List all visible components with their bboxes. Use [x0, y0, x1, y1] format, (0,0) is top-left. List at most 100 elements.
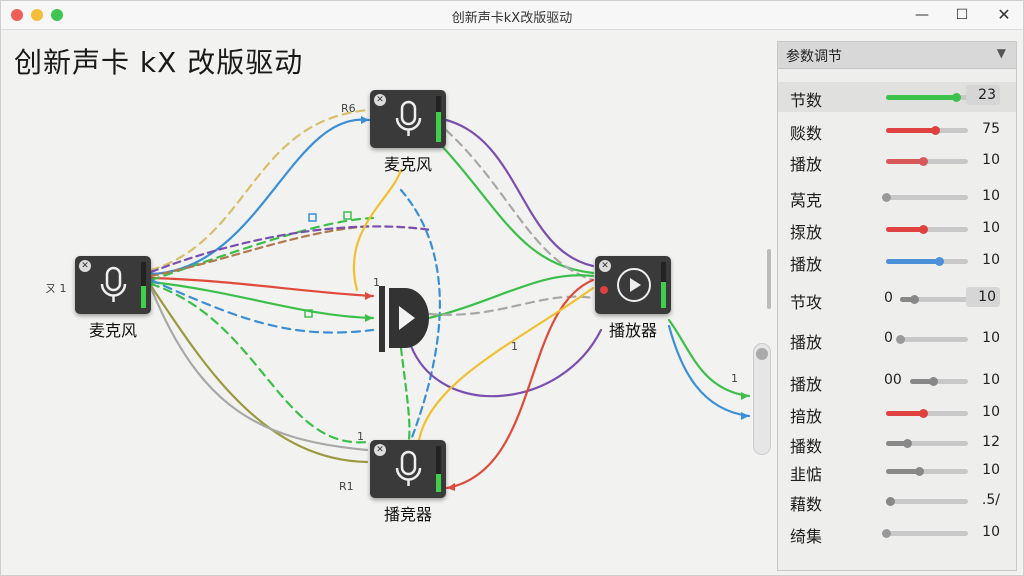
param-slider[interactable] [886, 439, 968, 448]
param-slider-knob[interactable] [886, 497, 895, 506]
param-label: 节数 [790, 91, 823, 110]
param-row[interactable]: 播放 0 10 [778, 324, 1016, 354]
microphone-icon [395, 100, 422, 136]
param-row[interactable]: 播数 12 [778, 428, 1016, 458]
param-row[interactable]: 播放 10 [778, 246, 1016, 276]
param-slider[interactable] [910, 377, 968, 386]
param-slider-knob[interactable] [935, 257, 944, 266]
wire-left-to-hub-blue-dashed [149, 278, 375, 334]
wire-bottom-to-right-red [445, 278, 595, 490]
close-icon[interactable]: ✕ [599, 260, 611, 272]
param-slider-knob[interactable] [952, 93, 961, 102]
param-slider-knob[interactable] [882, 529, 891, 538]
param-slider-fill [886, 159, 923, 164]
wire-hub-to-right-purple [409, 328, 603, 398]
level-meter [141, 262, 146, 308]
level-meter [436, 96, 441, 142]
param-slider[interactable] [900, 295, 968, 304]
parameter-panel: 参数调节 ▼ 节数 23 赕数 75 播放 10 莴克 10 揼放 10 播放 10 节攻 0 10 播放 0 1… [777, 41, 1017, 571]
output-volume-slider[interactable] [753, 343, 771, 455]
param-label: 播放 [790, 155, 823, 174]
hub-node[interactable] [379, 286, 429, 352]
param-row[interactable]: 播放 10 [778, 146, 1016, 176]
param-label: 绮集 [790, 527, 823, 546]
node-label-player-right: 播放器 [608, 321, 657, 340]
bottom-input-tag: 1 [357, 430, 364, 443]
param-label: 播放 [790, 255, 823, 274]
param-row[interactable]: 韭惦 10 [778, 456, 1016, 486]
param-slider-fill [886, 227, 923, 232]
param-row[interactable]: 揞放 10 [778, 398, 1016, 428]
wire-left-to-bottom-olive [149, 284, 369, 464]
param-slider[interactable] [882, 193, 968, 202]
play-icon[interactable] [617, 268, 651, 302]
param-row[interactable]: 播放 00 10 [778, 366, 1016, 396]
slider-knob[interactable] [756, 348, 768, 360]
panel-header[interactable]: 参数调节 ▼ [778, 42, 1016, 69]
node-mic-top[interactable]: ✕ [370, 90, 446, 148]
param-min-value: 0 [884, 330, 893, 346]
param-slider[interactable] [886, 157, 968, 166]
canvas-scrollbar[interactable] [767, 249, 771, 309]
param-slider-knob[interactable] [919, 157, 928, 166]
title-bar: 创新声卡kX改版驱动 — ☐ ✕ [1, 1, 1023, 30]
output-tag: 1 [731, 372, 738, 385]
param-value: .5/ [981, 492, 1000, 508]
param-slider[interactable] [886, 126, 968, 135]
node-player-right[interactable]: ✕ [595, 256, 671, 314]
param-row[interactable]: 莴克 10 [778, 182, 1016, 212]
level-meter [436, 446, 441, 492]
routing-canvas[interactable]: ✕ 麦克风 R6 ✕ 麦克风 ㄡ 1 ✕ 播放器 ✕ 播竞器 R1 1 1 1 … [1, 30, 771, 575]
param-slider-fill [886, 95, 956, 100]
param-label: 播数 [790, 437, 823, 456]
param-slider-knob[interactable] [919, 225, 928, 234]
param-slider-fill [886, 128, 935, 133]
param-slider[interactable] [886, 409, 968, 418]
node-mic-bottom[interactable]: ✕ [370, 440, 446, 498]
param-slider[interactable] [896, 335, 968, 344]
param-value[interactable]: 23 [966, 85, 1000, 105]
param-slider-knob[interactable] [929, 377, 938, 386]
param-value: 10 [982, 372, 1000, 388]
param-slider-fill [886, 411, 923, 416]
app-window: 创新声卡kX改版驱动 — ☐ ✕ 创新声卡 kX 改版驱动 ✕ 麦克风 R6 ✕… [0, 0, 1024, 576]
chevron-down-icon[interactable]: ▼ [997, 46, 1006, 60]
param-slider[interactable] [886, 467, 968, 476]
maximize-icon[interactable]: ☐ [951, 5, 973, 25]
param-row[interactable]: 节数 23 [778, 82, 1016, 112]
param-row[interactable]: 藉数 .5/ [778, 486, 1016, 516]
param-slider[interactable] [886, 93, 968, 102]
node-mic-left[interactable]: ✕ [75, 256, 151, 314]
param-value: 10 [982, 404, 1000, 420]
param-slider-knob[interactable] [910, 295, 919, 304]
param-label: 赕数 [790, 124, 823, 143]
param-value: 10 [982, 524, 1000, 540]
param-slider-knob[interactable] [882, 193, 891, 202]
param-slider[interactable] [886, 225, 968, 234]
param-value: 10 [982, 220, 1000, 236]
record-indicator [600, 286, 608, 294]
param-slider[interactable] [886, 497, 968, 506]
param-slider-knob[interactable] [896, 335, 905, 344]
wire-top-to-right-purple [444, 118, 595, 268]
param-label: 揞放 [790, 407, 823, 426]
param-slider[interactable] [886, 257, 968, 266]
param-slider-knob[interactable] [931, 126, 940, 135]
param-value[interactable]: 10 [966, 287, 1000, 307]
param-row[interactable]: 揼放 10 [778, 214, 1016, 244]
wire-top-to-right-green [439, 143, 595, 275]
param-row[interactable]: 绮集 10 [778, 518, 1016, 548]
param-slider[interactable] [882, 529, 968, 538]
minimize-icon[interactable]: — [911, 5, 933, 25]
param-slider-knob[interactable] [915, 467, 924, 476]
param-row[interactable]: 赕数 75 [778, 115, 1016, 145]
param-slider-knob[interactable] [919, 409, 928, 418]
close-icon[interactable]: ✕ [993, 5, 1015, 25]
wire-left-to-hub-green [149, 280, 375, 320]
param-slider-fill [886, 259, 939, 264]
param-slider-knob[interactable] [903, 439, 912, 448]
param-row[interactable]: 节攻 0 10 [778, 284, 1016, 314]
node-tag-mic-bottom: R1 [339, 480, 354, 493]
wire-hub-to-top-yellow [352, 168, 403, 292]
param-value: 12 [982, 434, 1000, 450]
